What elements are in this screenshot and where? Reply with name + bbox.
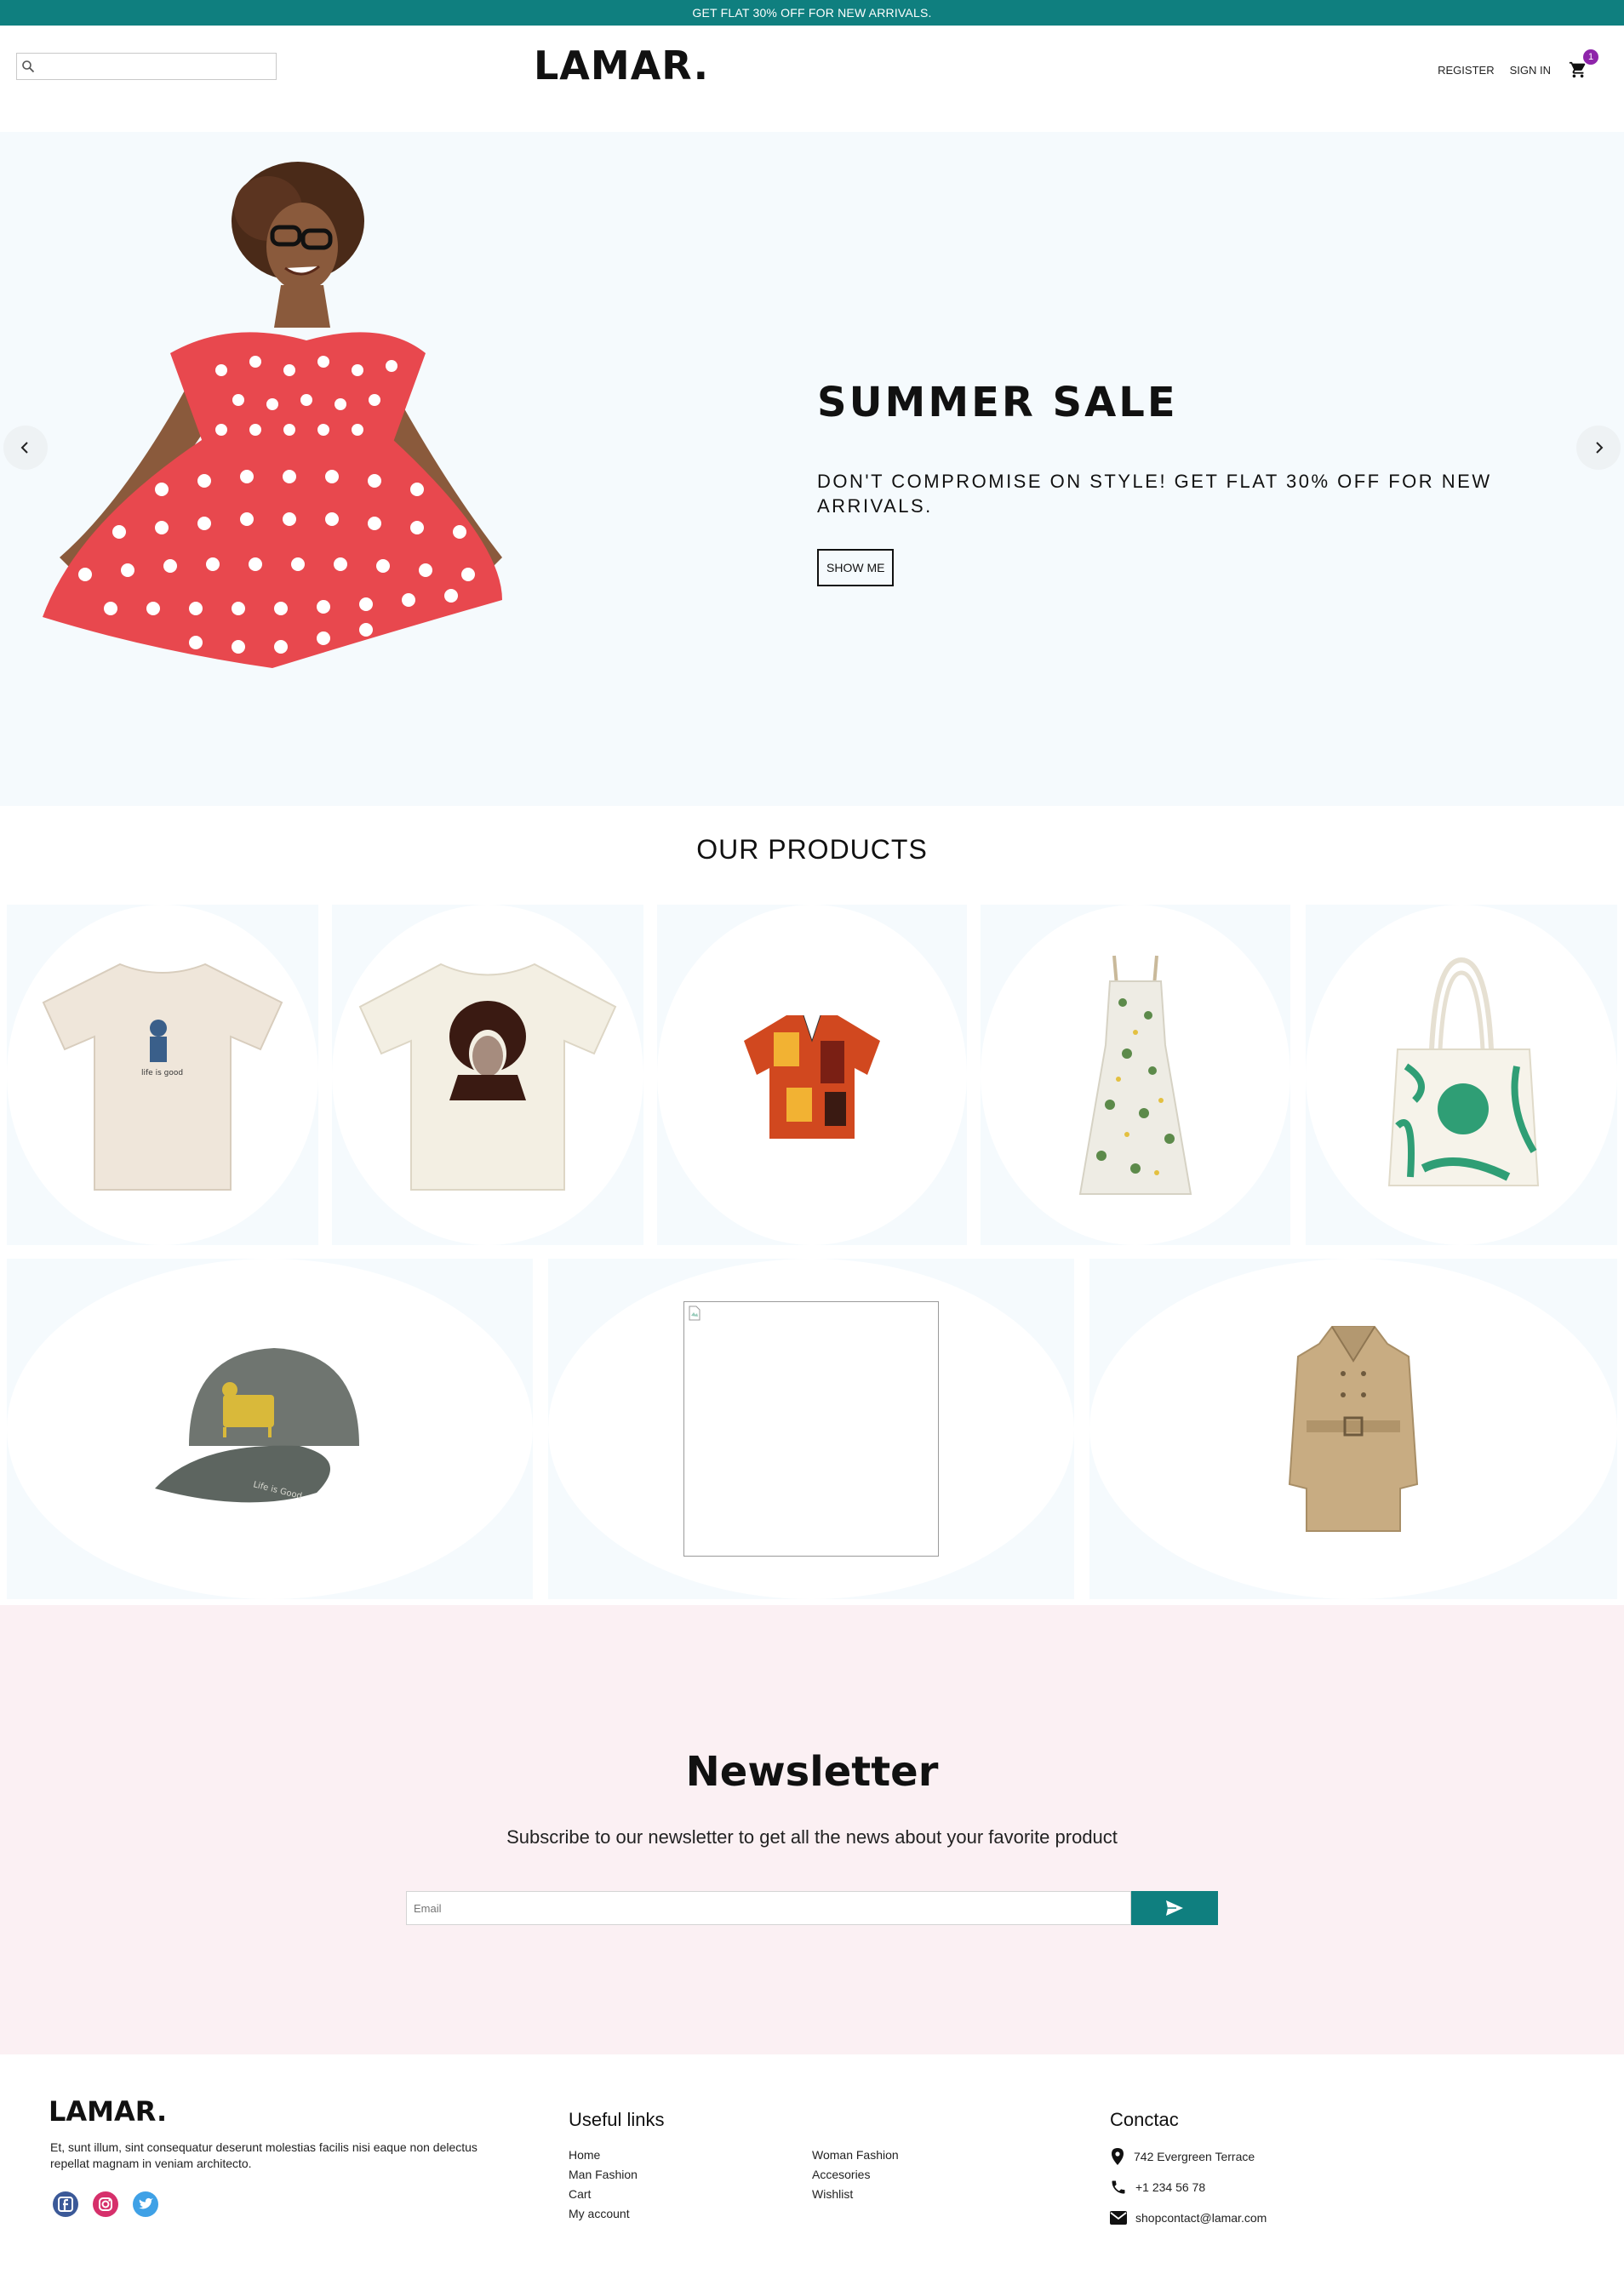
footer-link-my-account[interactable]: My account bbox=[569, 2207, 638, 2220]
product-image: life is good bbox=[42, 963, 283, 1191]
contact-email: shopcontact@lamar.com bbox=[1110, 2209, 1267, 2226]
contact-info: 742 Evergreen Terrace +1 234 56 78 shopc… bbox=[1110, 2148, 1267, 2226]
product-card[interactable]: life is good bbox=[7, 905, 318, 1245]
slider-next-button[interactable] bbox=[1576, 426, 1621, 470]
footer-links-col1: Home Man Fashion Cart My account bbox=[569, 2148, 638, 2220]
broken-image-icon bbox=[689, 1306, 700, 1321]
header: LAMAR. REGISTER SIGN IN 1 bbox=[0, 26, 1624, 132]
contact-phone-text: +1 234 56 78 bbox=[1135, 2180, 1206, 2194]
footer-link-cart[interactable]: Cart bbox=[569, 2187, 638, 2201]
footer-link-man-fashion[interactable]: Man Fashion bbox=[569, 2168, 638, 2181]
instagram-icon[interactable] bbox=[92, 2191, 119, 2218]
footer-link-woman-fashion[interactable]: Woman Fashion bbox=[812, 2148, 899, 2162]
product-card[interactable] bbox=[1089, 1259, 1617, 1599]
hero-text: SUMMER SALE DON'T COMPROMISE ON STYLE! G… bbox=[817, 379, 1498, 586]
product-image bbox=[1078, 955, 1192, 1195]
product-image bbox=[358, 963, 617, 1191]
svg-text:life is good: life is good bbox=[141, 1069, 183, 1077]
hero-model-image bbox=[43, 162, 502, 668]
footer-links-col2: Woman Fashion Accesories Wishlist bbox=[812, 2148, 899, 2201]
newsletter-section: Newsletter Subscribe to our newsletter t… bbox=[0, 1605, 1624, 2054]
footer: LAMAR. Et, sunt illum, sint consequatur … bbox=[0, 2054, 1624, 2274]
product-card[interactable] bbox=[657, 905, 967, 1245]
cart-button[interactable]: 1 bbox=[1566, 49, 1598, 82]
product-card[interactable]: Life is Good bbox=[7, 1259, 533, 1599]
shopping-cart-icon bbox=[1569, 61, 1586, 78]
announcement-text: GET FLAT 30% OFF FOR NEW ARRIVALS. bbox=[692, 6, 932, 20]
footer-link-home[interactable]: Home bbox=[569, 2148, 638, 2162]
broken-image bbox=[683, 1301, 939, 1557]
social-links bbox=[52, 2191, 159, 2218]
search-input[interactable] bbox=[39, 54, 276, 78]
newsletter-title: Newsletter bbox=[685, 1748, 939, 1796]
product-card[interactable] bbox=[981, 905, 1290, 1245]
contact-title: Conctac bbox=[1110, 2109, 1179, 2130]
announcement-bar: GET FLAT 30% OFF FOR NEW ARRIVALS. bbox=[0, 0, 1624, 26]
newsletter-form bbox=[406, 1891, 1218, 1925]
hero-subtitle: DON'T COMPROMISE ON STYLE! GET FLAT 30% … bbox=[817, 471, 1492, 517]
register-link[interactable]: REGISTER bbox=[1438, 64, 1494, 77]
product-card[interactable] bbox=[332, 905, 643, 1245]
contact-phone: +1 234 56 78 bbox=[1110, 2179, 1267, 2196]
location-pin-icon bbox=[1112, 2148, 1124, 2165]
footer-description: Et, sunt illum, sint consequatur deserun… bbox=[50, 2140, 477, 2170]
mail-icon bbox=[1110, 2211, 1127, 2225]
product-image bbox=[1387, 957, 1540, 1186]
newsletter-submit-button[interactable] bbox=[1131, 1891, 1218, 1925]
footer-link-wishlist[interactable]: Wishlist bbox=[812, 2187, 899, 2201]
product-image bbox=[744, 1014, 880, 1139]
product-card[interactable] bbox=[1306, 905, 1617, 1245]
newsletter-subtitle: Subscribe to our newsletter to get all t… bbox=[506, 1826, 1118, 1848]
send-icon bbox=[1166, 1900, 1183, 1916]
contact-address-text: 742 Evergreen Terrace bbox=[1134, 2150, 1255, 2163]
show-me-button[interactable]: SHOW ME bbox=[817, 549, 895, 586]
contact-email-text[interactable]: shopcontact@lamar.com bbox=[1135, 2211, 1267, 2225]
footer-logo: LAMAR. bbox=[49, 2095, 168, 2128]
twitter-icon[interactable] bbox=[132, 2191, 159, 2218]
cart-count-badge: 1 bbox=[1583, 49, 1598, 65]
footer-link-accesories[interactable]: Accesories bbox=[812, 2168, 899, 2181]
search-icon bbox=[17, 54, 39, 79]
account-nav: REGISTER SIGN IN 1 bbox=[1438, 49, 1598, 82]
hero-slider: SUMMER SALE DON'T COMPROMISE ON STYLE! G… bbox=[0, 132, 1624, 806]
hero-title: SUMMER SALE bbox=[817, 379, 1178, 426]
phone-icon bbox=[1112, 2180, 1125, 2194]
facebook-icon[interactable] bbox=[52, 2191, 79, 2218]
site-logo[interactable]: LAMAR. bbox=[534, 43, 709, 89]
products-title: OUR PRODUCTS bbox=[696, 834, 928, 865]
email-field[interactable] bbox=[406, 1891, 1131, 1925]
search-box[interactable] bbox=[16, 53, 277, 80]
chevron-right-icon bbox=[1596, 442, 1604, 454]
useful-links-title: Useful links bbox=[569, 2109, 665, 2130]
product-card[interactable] bbox=[548, 1259, 1074, 1599]
product-image: Life is Good bbox=[155, 1348, 359, 1503]
contact-address: 742 Evergreen Terrace bbox=[1110, 2148, 1267, 2165]
product-image bbox=[1288, 1326, 1419, 1532]
sign-in-link[interactable]: SIGN IN bbox=[1510, 64, 1551, 77]
